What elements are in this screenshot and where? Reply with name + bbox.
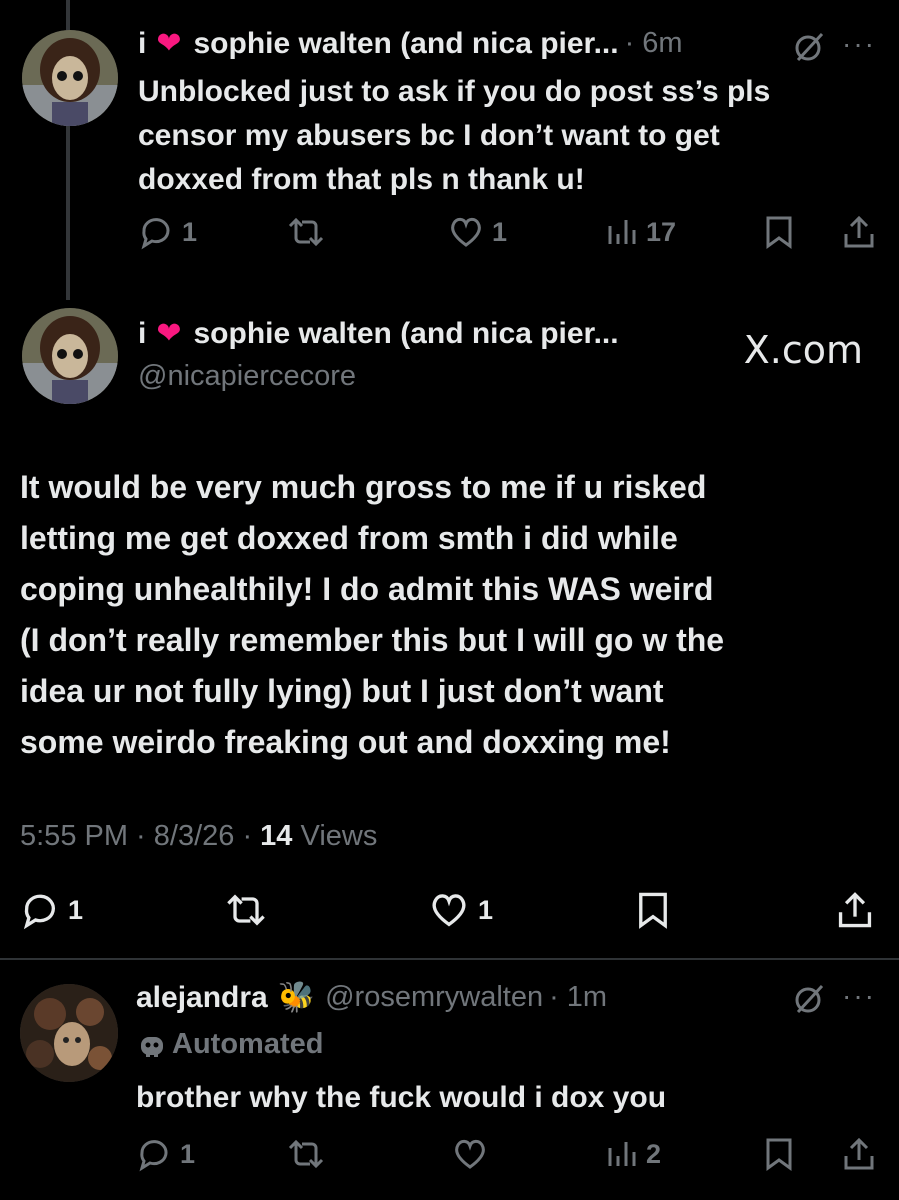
reply-icon <box>139 1140 168 1172</box>
like-button[interactable]: 1 <box>428 890 493 930</box>
reply-count: 1 <box>68 894 84 925</box>
automated-label: Automated <box>136 1028 323 1061</box>
share-button[interactable] <box>842 1136 876 1172</box>
text-line: some weirdo freaking out and doxxing me! <box>20 724 671 760</box>
action-bar: 1 1 <box>0 890 899 930</box>
action-bar: 1 1 17 <box>0 214 899 254</box>
reply-button[interactable]: 1 <box>20 890 83 930</box>
x-com-watermark: X.com <box>743 328 863 372</box>
views-label: Views <box>292 820 378 852</box>
text-line: censor my abusers bc I don’t want to get <box>138 119 720 152</box>
like-count: 1 <box>478 894 494 925</box>
red-heart-icon: ❤ <box>156 27 182 60</box>
like-button[interactable] <box>452 1136 488 1172</box>
reply-button[interactable]: 1 <box>138 214 197 250</box>
name-prefix: i <box>138 26 147 60</box>
views-count: 14 <box>260 820 293 852</box>
reply-button[interactable]: 1 <box>136 1136 195 1172</box>
reply-icon <box>23 894 55 930</box>
author-handle[interactable]: @nicapiercecore <box>138 360 356 393</box>
text-line: Unblocked just to ask if you do post ss’… <box>138 75 771 108</box>
more-options-icon[interactable]: ··· <box>842 28 876 60</box>
red-heart-icon: ❤ <box>156 317 182 350</box>
views-icon <box>608 1142 636 1166</box>
views-count: 2 <box>646 1138 662 1169</box>
author-handle[interactable]: @rosemrywalten <box>325 981 543 1014</box>
repost-icon <box>288 1139 324 1169</box>
reply-text: brother why the fuck would i dox you <box>136 1081 667 1114</box>
views-button[interactable]: 17 <box>606 214 676 250</box>
bee-emoji: 🐝 <box>277 981 316 1014</box>
reply-text: Unblocked just to ask if you do post ss’… <box>138 70 770 202</box>
views-count: 17 <box>646 216 677 247</box>
heart-outline-icon <box>451 217 481 247</box>
repost-button[interactable] <box>224 890 268 930</box>
tweet-text: It would be very much gross to me if u r… <box>20 462 724 768</box>
automated-text: Automated <box>172 1028 324 1060</box>
views-icon <box>608 220 636 244</box>
grok-icon[interactable] <box>792 30 826 69</box>
grok-icon[interactable] <box>792 982 826 1021</box>
author-header: i ❤ sophie walten (and nica pier... <box>138 316 619 351</box>
repost-icon <box>288 217 324 247</box>
post-time[interactable]: · 1m <box>549 981 607 1014</box>
timestamp[interactable]: 5:55 PM · 8/3/26 · <box>20 820 260 852</box>
repost-button[interactable] <box>286 1136 326 1172</box>
bookmark-button[interactable] <box>764 1136 794 1172</box>
share-icon <box>844 1137 874 1170</box>
reply-count: 1 <box>182 216 198 247</box>
repost-icon <box>227 894 265 926</box>
name-prefix: i <box>138 316 147 350</box>
text-line: coping unhealthily! I do admit this WAS … <box>20 571 714 607</box>
more-options-icon[interactable]: ··· <box>842 980 876 1012</box>
display-name[interactable]: sophie walten (and nica pier... <box>193 27 618 61</box>
reply-header: alejandra 🐝 @rosemrywalten · 1m <box>136 980 607 1015</box>
text-line: letting me get doxxed from smth i did wh… <box>20 520 678 556</box>
action-bar: 1 2 <box>0 1136 899 1176</box>
like-button[interactable]: 1 <box>448 214 507 250</box>
repost-button[interactable] <box>286 214 326 250</box>
avatar[interactable] <box>22 308 118 404</box>
text-line: (I don’t really remember this but I will… <box>20 622 725 658</box>
heart-outline-icon <box>432 894 466 927</box>
bookmark-button[interactable] <box>764 214 794 250</box>
reply-header: i ❤ sophie walten (and nica pier... · 6m <box>138 26 683 61</box>
reply-icon <box>141 218 170 250</box>
share-button[interactable] <box>836 890 874 930</box>
views-button[interactable]: 2 <box>606 1136 661 1172</box>
text-line: idea ur not fully lying) but I just don’… <box>20 673 664 709</box>
display-name[interactable]: alejandra <box>136 981 268 1015</box>
display-name[interactable]: sophie walten (and nica pier... <box>193 317 618 351</box>
post-time[interactable]: · 6m <box>625 27 683 60</box>
bookmark-icon <box>766 1138 792 1171</box>
tweet-meta: 5:55 PM · 8/3/26 · 14 Views <box>20 820 377 853</box>
avatar[interactable] <box>20 984 118 1082</box>
share-button[interactable] <box>842 214 876 250</box>
bookmark-icon <box>639 892 667 929</box>
like-count: 1 <box>492 216 508 247</box>
reply-count: 1 <box>180 1138 196 1169</box>
bookmark-button[interactable] <box>636 890 670 930</box>
share-icon <box>844 215 874 248</box>
heart-outline-icon <box>455 1139 485 1169</box>
avatar[interactable] <box>22 30 118 126</box>
divider <box>0 958 899 960</box>
bookmark-icon <box>766 216 792 249</box>
text-line: doxxed from that pls n thank u! <box>138 163 585 196</box>
share-icon <box>838 892 872 928</box>
text-line: It would be very much gross to me if u r… <box>20 469 707 505</box>
bot-icon <box>141 1036 163 1057</box>
